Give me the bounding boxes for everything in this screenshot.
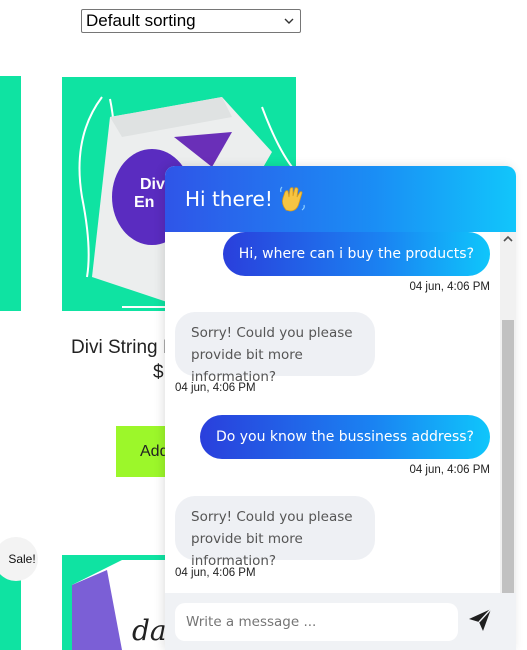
waving-hand-icon — [279, 186, 305, 212]
message-input[interactable] — [175, 603, 458, 641]
sale-badge: Sale! — [0, 537, 38, 581]
sale-badge-label: Sale! — [8, 552, 36, 566]
message-text: Hi, where can i buy the products? — [238, 246, 474, 262]
bag-logo-text: Div — [140, 176, 165, 193]
chat-messages[interactable]: Hi, where can i buy the products? 04 jun… — [165, 232, 500, 593]
sorting-select[interactable]: Default sorting — [81, 9, 301, 33]
message-text: Do you know the bussiness address? — [215, 429, 474, 445]
svg-text:En: En — [134, 194, 154, 211]
chevron-down-icon — [284, 18, 294, 24]
chat-header: Hi there! — [165, 166, 516, 232]
message-timestamp: 04 jun, 4:06 PM — [409, 464, 490, 476]
sorting-select-value: Default sorting — [86, 11, 196, 30]
scrollbar-thumb[interactable] — [502, 320, 514, 593]
chat-footer — [165, 593, 516, 650]
scroll-up-arrow-icon[interactable] — [503, 235, 513, 243]
chat-scrollbar[interactable] — [500, 232, 516, 593]
message-timestamp: 04 jun, 4:06 PM — [175, 382, 256, 394]
chat-widget: Hi there! Hi, where can i buy the produc… — [165, 166, 516, 650]
user-message: Do you know the bussiness address? — [199, 415, 490, 459]
shop-page: Default sorting Div En Divi String I $ A… — [0, 0, 527, 650]
bot-message: Sorry! Could you please provide bit more… — [175, 312, 375, 385]
message-timestamp: 04 jun, 4:06 PM — [409, 281, 490, 293]
chat-header-title: Hi there! — [185, 187, 273, 211]
svg-text:da: da — [132, 614, 167, 647]
bot-message: Sorry! Could you please provide bit more… — [175, 496, 375, 569]
product-price: $ — [153, 362, 164, 383]
user-message: Hi, where can i buy the products? — [222, 232, 490, 276]
send-icon[interactable] — [467, 607, 493, 633]
product-title[interactable]: Divi String I — [71, 337, 168, 359]
previous-product-image[interactable] — [0, 76, 21, 311]
message-text: Sorry! Could you please provide bit more… — [191, 509, 353, 569]
message-text: Sorry! Could you please provide bit more… — [191, 325, 353, 385]
message-timestamp: 04 jun, 4:06 PM — [175, 567, 256, 579]
